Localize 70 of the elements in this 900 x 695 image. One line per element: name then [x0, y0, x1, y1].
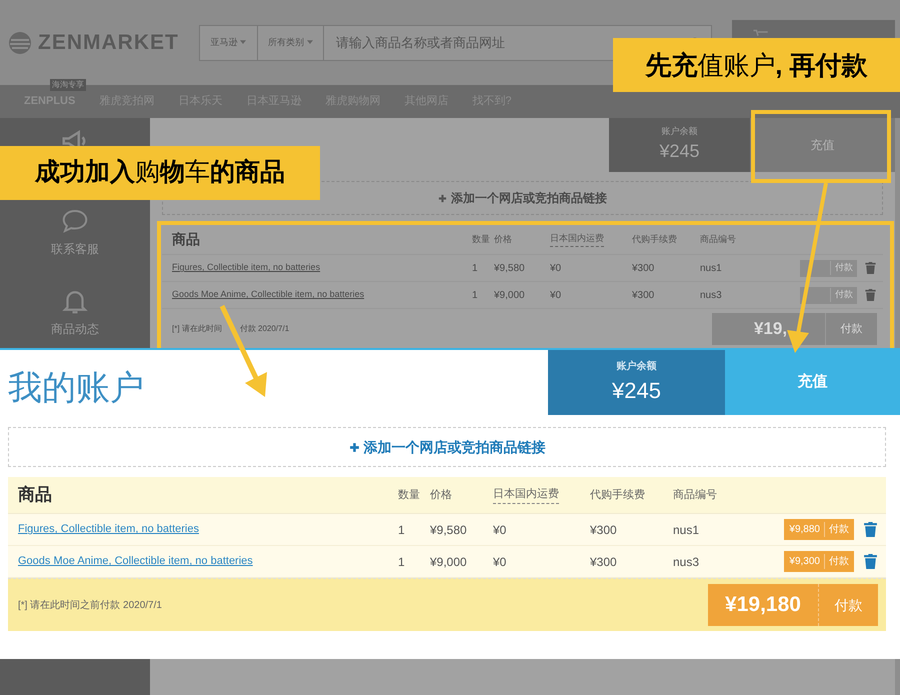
add-link[interactable]: 添加一个网店或竞拍商品链接 — [364, 436, 546, 458]
deadline-note: [*] 请在此时间之前付款 2020/7/1 — [18, 598, 162, 612]
product-link[interactable]: Figures, Collectible item, no batteries — [172, 261, 320, 275]
table-cell-text: nus3 — [673, 554, 700, 570]
checkout-button[interactable]: ¥19, 付款 — [712, 313, 877, 345]
trash-icon[interactable] — [864, 289, 876, 301]
logo-icon — [8, 30, 32, 54]
sidebar-link[interactable]: 商品动态 — [51, 320, 99, 338]
balance-label: 账户余额 — [616, 359, 656, 374]
balance-amount: ¥245 — [659, 140, 700, 164]
column-header: 商品 — [18, 484, 53, 506]
column-header: 商品编号 — [673, 488, 718, 503]
table-cell-text: 1 — [472, 288, 479, 302]
table-cell-text: 1 — [398, 522, 406, 538]
table-cell-text: ¥9,580 — [494, 262, 526, 276]
product-link[interactable]: Goods Moe Anime, Collectible item, no batteries — [18, 553, 253, 570]
column-header: 价格 — [494, 232, 513, 246]
table-cell-text: ¥300 — [590, 554, 618, 570]
store-dropdown[interactable]: 亚马逊 — [200, 26, 258, 60]
sidebar-link[interactable]: 联系客服 — [51, 240, 99, 258]
column-header: 代购手续费 — [590, 488, 646, 503]
column-header: 价格 — [430, 488, 453, 503]
table-cell-text: ¥300 — [632, 288, 656, 302]
table-cell-text: nus1 — [700, 262, 723, 276]
table-cell-text: 1 — [398, 554, 406, 570]
caret-icon — [306, 40, 313, 45]
pay-button[interactable]: 付款 — [800, 260, 857, 276]
pay-button[interactable]: ¥9,300 付款 — [784, 551, 854, 572]
table-cell-text: ¥9,000 — [494, 288, 526, 302]
column-header: 代购手续费 — [632, 232, 678, 246]
deadline-note: [*] 请在此时间 — [172, 323, 222, 335]
column-header: 商品编号 — [700, 232, 737, 246]
caret-icon — [240, 40, 246, 45]
table-cell-text: nus3 — [700, 288, 723, 302]
table-cell-text: 1 — [472, 262, 479, 276]
product-link[interactable]: Goods Moe Anime, Collectible item, no batteries — [172, 288, 364, 302]
topup-button[interactable]: 充值 — [725, 350, 900, 415]
trash-icon[interactable] — [864, 522, 876, 537]
table-cell-text: ¥300 — [632, 262, 656, 276]
pay-button[interactable]: 付款 — [800, 286, 857, 304]
table-cell-text: ¥9,000 — [430, 554, 468, 570]
column-header: 日本国内运费 — [493, 486, 559, 504]
topup-button[interactable]: 充值 — [750, 118, 895, 172]
table-cell-text: nus1 — [673, 522, 700, 538]
table-cell-text: ¥0 — [550, 288, 562, 302]
callout-label: 先充值账户, 再付款 — [613, 38, 900, 92]
column-header: 数量 — [472, 232, 491, 246]
category-dropdown[interactable]: 所有类别 — [258, 26, 324, 60]
pay-button[interactable]: ¥9,880 付款 — [784, 519, 854, 540]
table-cell-text: ¥0 — [493, 554, 508, 570]
nav-badge: 海淘专享 — [50, 79, 86, 92]
callout-label: 成功加入购物车的商品 — [0, 146, 320, 200]
column-header: 数量 — [398, 488, 421, 503]
checkout-button[interactable]: ¥19,180 付款 — [708, 584, 878, 626]
table-cell-text: ¥9,580 — [430, 522, 468, 538]
table-cell-text: ¥300 — [590, 522, 618, 538]
plus-icon — [438, 194, 447, 202]
column-header: 商品 — [172, 230, 201, 249]
balance-amount: ¥245 — [612, 376, 661, 404]
table-cell-text: ¥0 — [550, 262, 562, 276]
deadline-note: 付款 2020/7/1 — [240, 323, 290, 335]
balance-label: 账户余额 — [662, 124, 698, 138]
trash-icon[interactable] — [864, 262, 876, 274]
column-header: 日本国内运费 — [550, 232, 604, 247]
add-link[interactable]: 添加一个网店或竞拍商品链接 — [451, 189, 607, 207]
page-title: 我的账户 — [8, 369, 144, 407]
product-link[interactable]: Figures, Collectible item, no batteries — [18, 521, 199, 538]
trash-icon[interactable] — [864, 554, 876, 569]
table-cell-text: ¥0 — [493, 522, 508, 538]
plus-icon — [348, 442, 360, 452]
